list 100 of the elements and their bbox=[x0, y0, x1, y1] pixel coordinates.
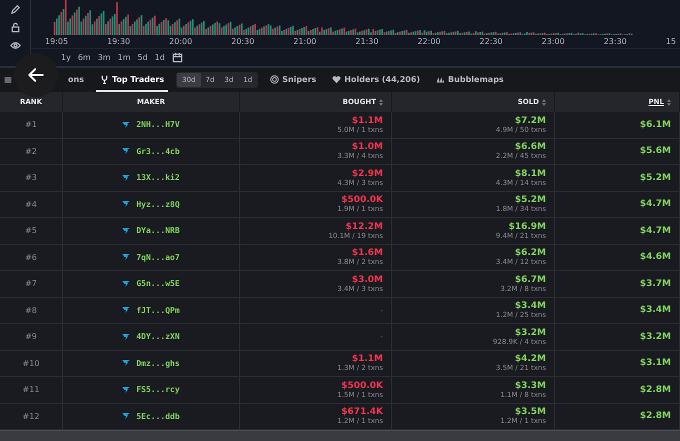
back-arrow-icon bbox=[26, 65, 46, 85]
pnl-amount: $4.7M bbox=[640, 199, 671, 210]
maker-address[interactable]: 4DY...zXN bbox=[136, 332, 180, 342]
rank-text: #9 bbox=[25, 332, 37, 342]
rank-text: #1 bbox=[25, 120, 37, 130]
time-label: 19:05 bbox=[45, 37, 68, 46]
sold-amount: $4.2M bbox=[514, 354, 546, 364]
range-button[interactable]: 1d bbox=[154, 53, 165, 62]
bought-amount: $1.1M bbox=[352, 354, 383, 364]
sold-amount: $5.2M bbox=[514, 195, 546, 206]
sold-amount: $6.7M bbox=[514, 274, 546, 285]
rank-text: #10 bbox=[22, 358, 40, 368]
time-label: 19:30 bbox=[107, 37, 130, 46]
tab[interactable]: Holders (44,206) bbox=[328, 68, 424, 92]
time-label: 23:00 bbox=[542, 37, 565, 46]
sold-amount: $3.3M bbox=[514, 380, 546, 391]
bought-amount: $671.4K bbox=[341, 407, 383, 418]
sort-icon[interactable] bbox=[667, 98, 671, 106]
sold-amount: $3.2M bbox=[514, 328, 546, 338]
bought-amount: - bbox=[380, 332, 383, 342]
sold-amount: $8.1M bbox=[514, 168, 546, 179]
wallet-logo-icon bbox=[122, 334, 130, 340]
pnl-amount: $6.1M bbox=[640, 120, 671, 130]
maker-address[interactable]: Dmz...ghs bbox=[136, 358, 180, 368]
time-label: 21:30 bbox=[355, 37, 378, 46]
wallet-logo-icon bbox=[122, 360, 130, 366]
maker-address[interactable]: FS5...rcy bbox=[136, 385, 180, 394]
sold-amount: $3.5M bbox=[514, 407, 546, 418]
menu-icon[interactable] bbox=[4, 76, 12, 84]
sold-amount: $16.9M bbox=[508, 222, 546, 232]
pnl-amount: $5.2M bbox=[640, 172, 671, 183]
sold-amount: $3.4M bbox=[514, 301, 546, 312]
sort-icon[interactable] bbox=[379, 98, 383, 106]
range-button[interactable]: 3m bbox=[98, 53, 111, 62]
pnl-amount: $4.7M bbox=[640, 226, 671, 236]
rank-text: #12 bbox=[22, 412, 40, 421]
eye-icon[interactable] bbox=[10, 40, 20, 51]
rank-text: #6 bbox=[25, 252, 37, 262]
bought-amount: - bbox=[380, 306, 383, 315]
wallet-logo-icon bbox=[122, 174, 130, 181]
time-label: 20:00 bbox=[169, 37, 192, 46]
pnl-amount: $4.6M bbox=[640, 252, 671, 262]
maker-address[interactable]: G5n...w5E bbox=[136, 279, 180, 288]
wallet-logo-icon bbox=[122, 307, 130, 314]
wallet-logo-icon bbox=[122, 254, 130, 260]
maker-address[interactable]: 7qN...ao7 bbox=[136, 252, 180, 262]
bubbles-icon bbox=[436, 74, 446, 84]
wallet-logo-icon bbox=[122, 386, 130, 393]
pencil-icon[interactable] bbox=[10, 4, 20, 15]
pnl-amount: $3.4M bbox=[640, 305, 671, 316]
sold-amount: $7.2M bbox=[514, 116, 546, 126]
bought-amount: $2.9M bbox=[352, 168, 383, 179]
pnl-amount: $2.8M bbox=[640, 411, 671, 422]
maker-address[interactable]: 2NH...H7V bbox=[136, 120, 180, 130]
rank-text: #7 bbox=[25, 279, 37, 288]
lock-icon[interactable] bbox=[10, 22, 20, 33]
sort-icon[interactable] bbox=[542, 98, 546, 106]
maker-address[interactable]: 13X...ki2 bbox=[136, 173, 180, 182]
time-label: 22:30 bbox=[480, 37, 503, 46]
rank-text: #4 bbox=[25, 200, 37, 209]
pnl-amount: $3.1M bbox=[640, 358, 671, 368]
bought-amount: $500.0K bbox=[341, 380, 383, 391]
pnl-amount: $2.8M bbox=[640, 384, 671, 395]
rank-text: #3 bbox=[25, 173, 37, 182]
maker-address[interactable]: Hyz...z8Q bbox=[136, 200, 180, 209]
maker-address[interactable]: DYa...NRB bbox=[136, 226, 180, 236]
rank-text: #2 bbox=[25, 146, 37, 156]
range-button[interactable]: 6m bbox=[78, 53, 91, 62]
time-label: 22:00 bbox=[417, 37, 441, 46]
wallet-logo-icon bbox=[122, 122, 130, 128]
bought-amount: $500.0K bbox=[341, 195, 383, 206]
bought-amount: $12.2M bbox=[346, 222, 383, 232]
rank-text: #5 bbox=[25, 226, 37, 236]
range-button[interactable]: 1y bbox=[61, 53, 71, 62]
wallet-logo-icon bbox=[122, 201, 130, 208]
wallet-logo-icon bbox=[122, 148, 130, 154]
wallet-logo-icon bbox=[122, 228, 130, 234]
range-button[interactable]: 5d bbox=[138, 53, 148, 62]
tab[interactable]: ons bbox=[64, 68, 88, 92]
maker-address[interactable]: fJT...QPm bbox=[136, 306, 180, 315]
sold-amount: $6.2M bbox=[514, 248, 546, 258]
bought-amount: $3.0M bbox=[352, 274, 383, 285]
sold-amount: $6.6M bbox=[514, 142, 546, 152]
target-icon bbox=[270, 74, 280, 84]
tab[interactable]: Snipers bbox=[266, 68, 320, 92]
bought-amount: $1.1M bbox=[352, 116, 383, 126]
time-label: 20:30 bbox=[231, 37, 254, 46]
pnl-amount: $3.2M bbox=[640, 332, 671, 342]
rank-text: #11 bbox=[22, 385, 40, 394]
range-button[interactable]: 1m bbox=[118, 53, 130, 62]
tab[interactable]: Bubblemaps bbox=[432, 68, 508, 92]
pnl-amount: $5.6M bbox=[640, 146, 671, 156]
calendar-icon[interactable] bbox=[172, 52, 183, 64]
wallet-logo-icon bbox=[122, 413, 130, 420]
bought-amount: $1.6M bbox=[352, 248, 383, 258]
maker-address[interactable]: 5Ec...ddb bbox=[136, 412, 180, 421]
bought-amount: $1.0M bbox=[352, 142, 383, 152]
maker-address[interactable]: Gr3...4cb bbox=[136, 146, 180, 156]
wallet-logo-icon bbox=[122, 280, 130, 287]
time-label: 15 bbox=[666, 37, 676, 46]
